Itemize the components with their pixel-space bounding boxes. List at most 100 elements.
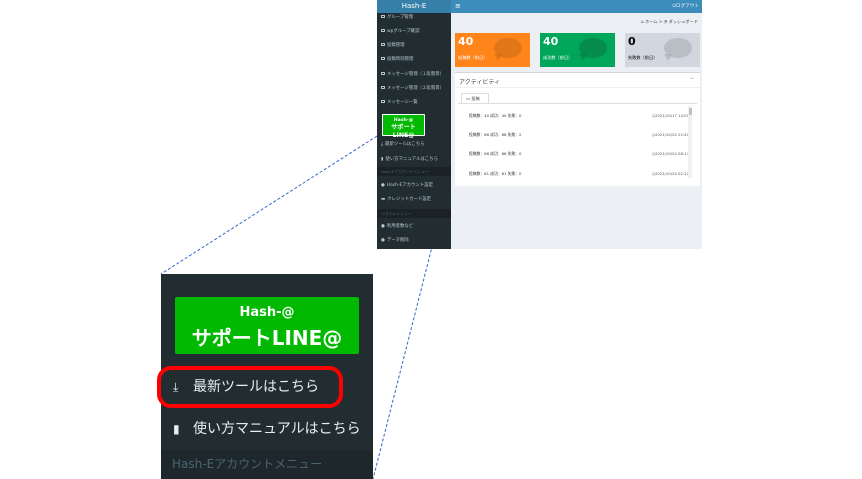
- monitor-icon: [381, 15, 385, 18]
- user-icon: ●: [381, 183, 385, 188]
- monitor-icon: [381, 57, 385, 60]
- sidebar-item-post-manage[interactable]: 投稿管理: [377, 41, 451, 51]
- sidebar-item-post-time[interactable]: 投稿時刻管理: [377, 55, 451, 65]
- activity-date: ◷2021/10/24 08:14: [652, 151, 689, 156]
- sidebar-item-message-list[interactable]: メッセージ一覧: [377, 98, 451, 108]
- sidebar-item-usage[interactable]: ● 利用者数など: [377, 222, 451, 232]
- file-icon: ▮: [381, 157, 384, 162]
- sidebar-item-latest-tool[interactable]: ⤓ 最新ツールはこちら: [377, 140, 451, 150]
- sidebar-item-account-settings[interactable]: ● Hash-Eアカウント設定: [377, 181, 451, 191]
- support-line-top-text: Hash-@: [239, 305, 295, 320]
- monitor-icon: [381, 72, 385, 75]
- gauge-icon: ◔: [663, 19, 668, 24]
- sidebar-item-label: クレジットカード設定: [387, 197, 432, 202]
- support-line-top-text: Hash-@: [393, 118, 414, 123]
- sidebar-item-label: wpグループ確認: [387, 29, 420, 34]
- sidebar-item-message-stage2[interactable]: メッセージ管理（２段階目）: [377, 84, 451, 94]
- chat-bubble-tail: [494, 54, 502, 61]
- activity-date-text: 2021/10/17 14:05: [654, 113, 689, 118]
- stat-value: 0: [628, 35, 636, 48]
- sidebar-item-label: 利用者数など: [386, 224, 414, 229]
- support-line-bottom-text: サポートLINE@: [191, 326, 343, 350]
- logout-button[interactable]: ⏻ログアウト: [672, 0, 699, 13]
- account-menu-header-zoomed: Hash-Eアカウントメニュー: [161, 450, 373, 479]
- activity-text: 投稿数：66 成功：66 失敗：2: [469, 132, 522, 137]
- activity-row: 投稿数：61 成功：61 失敗：0 ◷2021/10/24 02:12: [469, 171, 689, 179]
- breadcrumb-separator: >: [658, 19, 663, 24]
- sidebar-item-label: メッセージ管理（１段階目）: [387, 72, 444, 77]
- activity-text: 投稿数：61 成功：61 失敗：0: [469, 171, 522, 176]
- activity-title: アクティビティ: [459, 79, 500, 86]
- credit-card-icon: ▬: [381, 197, 386, 202]
- menu-toggle-button[interactable]: ≡: [455, 0, 461, 13]
- sidebar-item-credit-card[interactable]: ▬ クレジットカード設定: [377, 195, 451, 205]
- activity-panel: アクティビティ − ▭ 投稿 投稿数：40 成功：40 失敗：0 ◷2021/10…: [455, 72, 700, 186]
- monitor-icon: [381, 29, 385, 32]
- scrollbar-thumb[interactable]: [688, 108, 692, 115]
- stat-value: 40: [458, 35, 474, 48]
- sidebar-item-label: 投稿管理: [387, 43, 405, 48]
- support-line-banner-zoomed[interactable]: Hash-@ サポートLINE@: [175, 297, 359, 354]
- manual-link-zoomed[interactable]: ▮ 使い方マニュアルはこちら: [173, 418, 361, 438]
- download-icon: ⤓: [381, 142, 383, 147]
- stat-box-fail: 0 失敗数（前日）: [625, 33, 700, 67]
- sidebar-item-label: 投稿時刻管理: [387, 57, 414, 62]
- highlight-circle: [157, 366, 343, 408]
- activity-divider: [455, 87, 700, 88]
- brand-logo[interactable]: Hash-E: [377, 0, 451, 13]
- annotated-screenshot: Hash-E グループ管理 wpグループ確認 投稿管理 投稿時刻管理 メッセージ…: [0, 0, 862, 479]
- breadcrumb-current: ダッシュボード: [668, 19, 698, 24]
- stat-box-success: 40 成功数（前日）: [540, 33, 615, 67]
- tab-label: 投稿: [471, 96, 480, 101]
- top-navbar: ≡ ⏻ログアウト: [451, 0, 702, 13]
- file-icon: ▮: [173, 422, 180, 436]
- activity-text: 投稿数：40 成功：40 失敗：0: [469, 113, 522, 118]
- monitor-icon: [381, 43, 385, 46]
- chat-bubble-tail: [664, 54, 672, 61]
- chat-bubble-tail: [579, 54, 587, 61]
- support-line-bottom-text: サポートLINE@: [391, 124, 416, 139]
- activity-date-text: 2021/10/24 22:40: [654, 132, 689, 137]
- sidebar-item-message-stage1[interactable]: メッセージ管理（１段階目）: [377, 70, 451, 80]
- user-icon: ●: [381, 224, 385, 229]
- collapse-button[interactable]: −: [690, 76, 694, 82]
- activity-date-text: 2021/10/24 02:12: [654, 171, 689, 176]
- activity-date: ◷2021/10/24 22:40: [652, 132, 689, 137]
- sidebar: Hash-E グループ管理 wpグループ確認 投稿管理 投稿時刻管理 メッセージ…: [377, 0, 451, 249]
- user-icon: ●: [381, 238, 385, 243]
- sidebar-item-wp-group[interactable]: wpグループ確認: [377, 27, 451, 37]
- monitor-icon: [381, 100, 385, 103]
- tab-posts[interactable]: ▭ 投稿: [461, 93, 489, 103]
- activity-scrollbar[interactable]: [688, 106, 692, 178]
- sidebar-item-label: Hash-Eアカウント設定: [386, 183, 433, 188]
- support-line-banner[interactable]: Hash-@ サポートLINE@: [382, 114, 425, 139]
- logout-label: ログアウト: [676, 4, 699, 9]
- sidebar-header-account: Hash-Eアカウントメニュー: [377, 167, 451, 176]
- tab-underline: [458, 103, 697, 104]
- activity-row: 投稿数：66 成功：66 失敗：2 ◷2021/10/24 22:40: [469, 132, 689, 140]
- home-icon: ⌂: [641, 19, 644, 24]
- stat-label: 投稿数（前日）: [458, 55, 488, 60]
- stat-value: 40: [543, 35, 559, 48]
- stat-label: 成功数（前日）: [543, 55, 573, 60]
- activity-date: ◷2021/10/17 14:05: [652, 113, 689, 118]
- activity-row: 投稿数：66 成功：66 失敗：0 ◷2021/10/24 08:14: [469, 151, 689, 159]
- callout-line-top: [160, 135, 378, 275]
- activity-row: 投稿数：40 成功：40 失敗：0 ◷2021/10/17 14:05: [469, 113, 689, 121]
- manual-label: 使い方マニュアルはこちら: [193, 421, 361, 437]
- sidebar-item-manual[interactable]: ▮ 使い方マニュアルはこちら: [377, 155, 451, 165]
- sidebar-item-label: メッセージ管理（２段階目）: [387, 86, 444, 91]
- sidebar-item-group-manage[interactable]: グループ管理: [377, 13, 451, 23]
- activity-date: ◷2021/10/24 02:12: [652, 171, 689, 176]
- monitor-icon: [381, 86, 385, 89]
- sidebar-item-label: グループ管理: [387, 15, 414, 20]
- sidebar-item-label: 使い方マニュアルはこちら: [385, 157, 438, 162]
- sidebar-item-label: メッセージ一覧: [387, 100, 418, 105]
- breadcrumb-home[interactable]: ホーム: [645, 19, 657, 24]
- stat-label: 失敗数（前日）: [628, 55, 658, 60]
- breadcrumb: ⌂ ホーム > ◔ ダッシュボード: [451, 19, 702, 25]
- activity-date-text: 2021/10/24 08:14: [654, 151, 689, 156]
- sidebar-item-label: 最新ツールはこちら: [384, 142, 425, 147]
- sidebar-item-data-delete[interactable]: ● データ削除: [377, 236, 451, 246]
- sidebar-header-system: システムメニュー: [377, 209, 451, 218]
